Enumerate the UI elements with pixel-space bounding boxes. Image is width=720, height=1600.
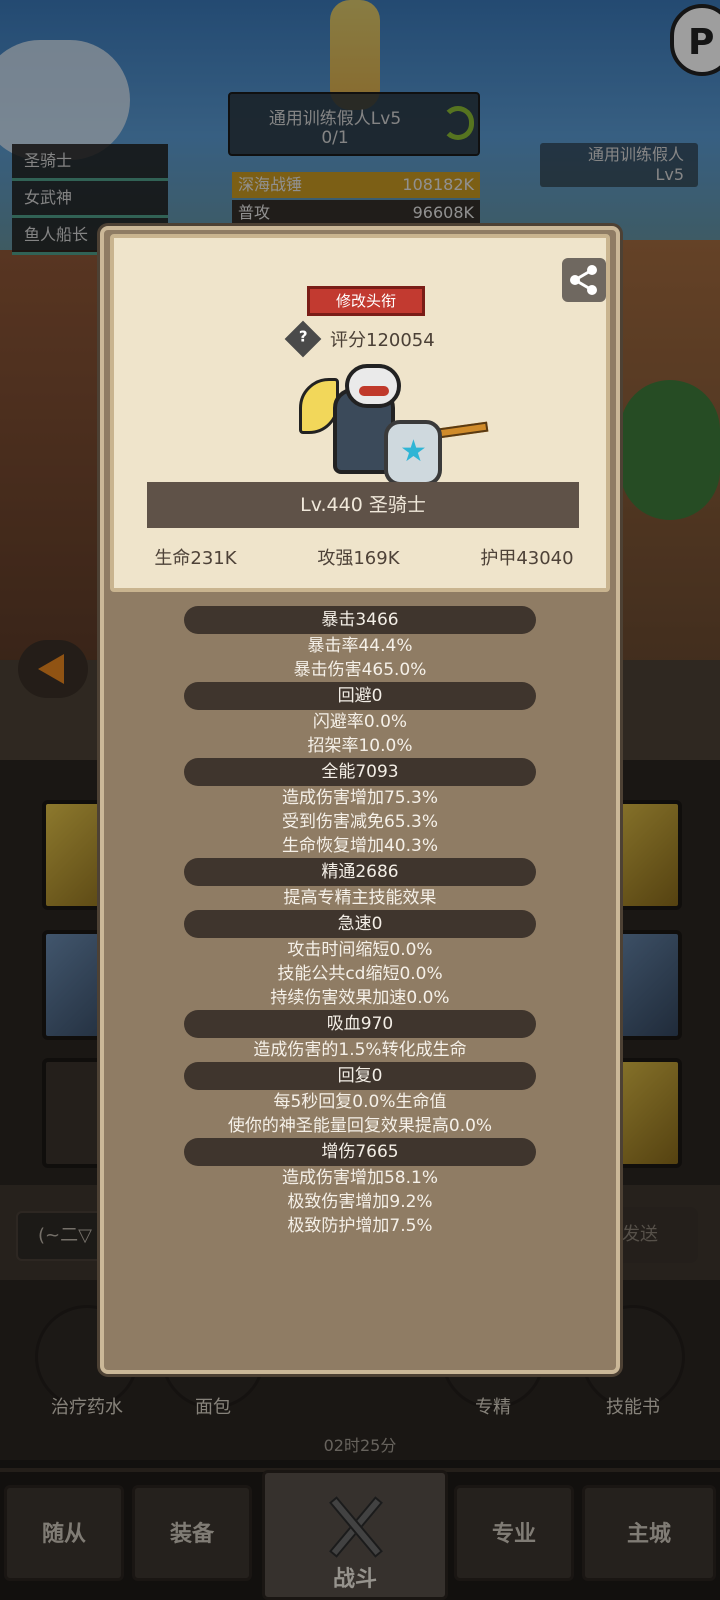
hero-portrait xyxy=(299,358,489,488)
stat-armor: 护甲43040 xyxy=(480,548,574,569)
stat-line: 生命恢复增加40.3% xyxy=(281,836,438,856)
stat-header: 增伤7665 xyxy=(184,1138,536,1166)
main-stats: 生命231K 攻强169K 护甲43040 xyxy=(114,544,614,570)
hero-name-bar: Lv.440 圣骑士 xyxy=(147,482,579,528)
character-card: 修改头衔 ? 评分120054 Lv.440 圣骑士 生命231K 攻强169K… xyxy=(110,234,610,592)
stat-line: 攻击时间缩短0.0% xyxy=(287,940,433,960)
stat-header: 全能7093 xyxy=(184,758,536,786)
stat-line: 极致防护增加7.5% xyxy=(287,1216,433,1236)
help-icon[interactable]: ? xyxy=(284,320,322,358)
stat-line: 招架率10.0% xyxy=(307,736,413,756)
stat-header: 暴击3466 xyxy=(184,606,536,634)
stat-group-damage-bonus: 增伤7665 造成伤害增加58.1% 极致伤害增加9.2% 极致防护增加7.5% xyxy=(104,1138,616,1238)
stat-line: 闪避率0.0% xyxy=(312,712,408,732)
stat-line: 造成伤害增加58.1% xyxy=(281,1168,438,1188)
rating-text: 评分120054 xyxy=(330,330,435,351)
stat-line: 提高专精主技能效果 xyxy=(283,888,437,908)
stat-line: 使你的神圣能量回复效果提高0.0% xyxy=(227,1116,493,1136)
stat-line: 技能公共cd缩短0.0% xyxy=(277,964,443,984)
stat-group-versatility: 全能7093 造成伤害增加75.3% 受到伤害减免65.3% 生命恢复增加40.… xyxy=(104,758,616,858)
stat-attack-power: 攻强169K xyxy=(317,548,400,569)
stat-header: 吸血970 xyxy=(184,1010,536,1038)
stat-line: 暴击率44.4% xyxy=(307,636,413,656)
help-glyph: ? xyxy=(298,327,308,346)
edit-title-button[interactable]: 修改头衔 xyxy=(307,286,425,316)
stat-group-regen: 回复0 每5秒回复0.0%生命值 使你的神圣能量回复效果提高0.0% xyxy=(104,1062,616,1138)
secondary-stats: 暴击3466 暴击率44.4% 暴击伤害465.0% 回避0 闪避率0.0% 招… xyxy=(104,606,616,1238)
stat-line: 受到伤害减免65.3% xyxy=(281,812,438,832)
stat-header: 精通2686 xyxy=(184,858,536,886)
share-icon xyxy=(570,265,597,295)
stat-header: 回复0 xyxy=(184,1062,536,1090)
stat-line: 造成伤害增加75.3% xyxy=(281,788,438,808)
stat-group-crit: 暴击3466 暴击率44.4% 暴击伤害465.0% xyxy=(104,606,616,682)
hero-head xyxy=(345,364,401,408)
stat-line: 每5秒回复0.0%生命值 xyxy=(273,1092,447,1112)
stat-hp: 生命231K xyxy=(154,548,237,569)
stat-header: 急速0 xyxy=(184,910,536,938)
stat-line: 极致伤害增加9.2% xyxy=(287,1192,433,1212)
stat-group-avoidance: 回避0 闪避率0.0% 招架率10.0% xyxy=(104,682,616,758)
stat-group-haste: 急速0 攻击时间缩短0.0% 技能公共cd缩短0.0% 持续伤害效果加速0.0% xyxy=(104,910,616,1010)
stat-header: 回避0 xyxy=(184,682,536,710)
stat-line: 暴击伤害465.0% xyxy=(293,660,427,680)
character-detail-popup: 修改头衔 ? 评分120054 Lv.440 圣骑士 生命231K 攻强169K… xyxy=(100,226,620,1374)
rating: ? 评分120054 xyxy=(284,320,435,358)
stat-line: 造成伤害的1.5%转化成生命 xyxy=(253,1040,467,1060)
share-button[interactable] xyxy=(562,258,606,302)
stat-line: 持续伤害效果加速0.0% xyxy=(270,988,450,1008)
shield-icon xyxy=(384,420,442,486)
stat-group-mastery: 精通2686 提高专精主技能效果 xyxy=(104,858,616,910)
stat-group-lifesteal: 吸血970 造成伤害的1.5%转化成生命 xyxy=(104,1010,616,1062)
